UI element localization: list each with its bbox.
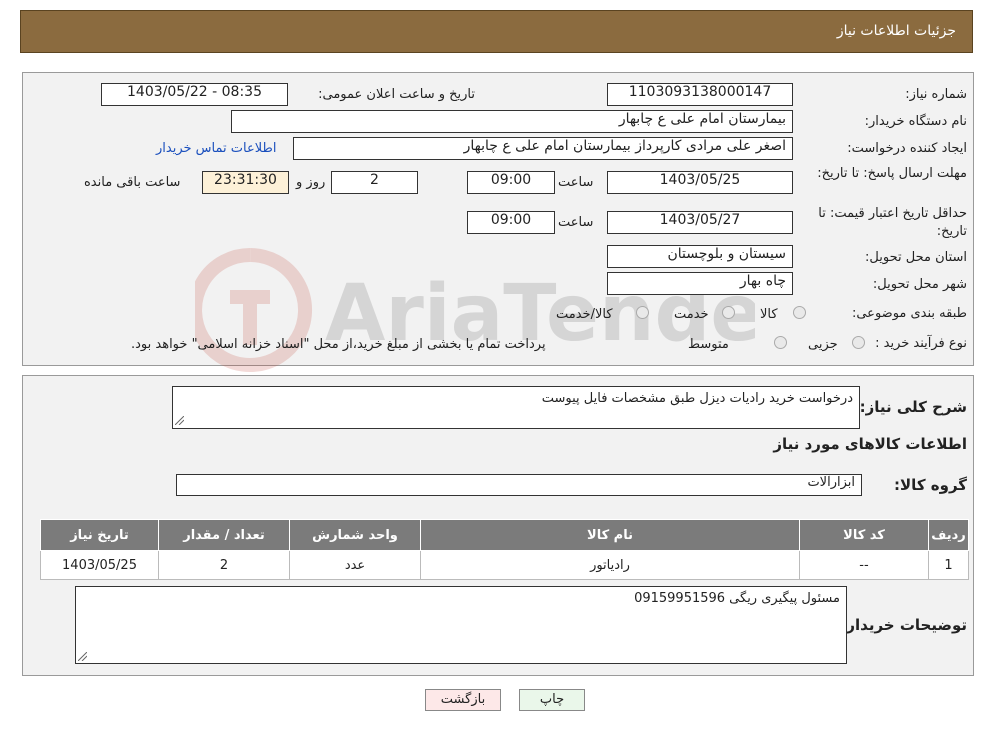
- remaining-time-label: ساعت باقی مانده: [84, 175, 181, 190]
- city-field: چاه بهار: [607, 272, 793, 295]
- requester-field: اصغر علی مرادی کارپرداز بیمارستان امام ع…: [293, 137, 793, 160]
- goods-group-label: گروه کالا:: [894, 476, 967, 494]
- days-field: 2: [331, 171, 418, 194]
- process-radio-minor[interactable]: [852, 336, 865, 349]
- page-header: جزئیات اطلاعات نیاز: [20, 10, 973, 53]
- need-number-field: 1103093138000147: [607, 83, 793, 106]
- reply-deadline-label: مهلت ارسال پاسخ: تا تاریخ:: [817, 166, 967, 181]
- process-radio-medium[interactable]: [774, 336, 787, 349]
- process-note: پرداخت تمام یا بخشی از مبلغ خرید،از محل …: [131, 337, 546, 352]
- resize-handle-icon[interactable]: [78, 652, 87, 661]
- city-label: شهر محل تحویل:: [872, 277, 967, 292]
- category-radio-service[interactable]: [722, 306, 735, 319]
- cell-name: رادیاتور: [420, 550, 800, 580]
- process-option-medium: متوسط: [688, 337, 729, 352]
- back-button[interactable]: بازگشت: [425, 689, 501, 711]
- category-radio-goods-service[interactable]: [636, 306, 649, 319]
- buyer-notes-field: مسئول پیگیری ریگی 09159951596: [75, 586, 847, 664]
- col-code: کد کالا: [799, 519, 929, 551]
- col-name: نام کالا: [420, 519, 800, 551]
- cell-code: --: [799, 550, 929, 580]
- days-label: روز و: [296, 175, 326, 190]
- cell-qty: 2: [158, 550, 290, 580]
- buyer-org-field: بیمارستان امام علی ع چابهار: [231, 110, 793, 133]
- need-summary-field: درخواست خرید رادیات دیزل طبق مشخصات فایل…: [172, 386, 860, 429]
- need-summary-label: شرح کلی نیاز:: [859, 398, 967, 416]
- goods-group-field: ابزارآلات: [176, 474, 862, 496]
- price-validity-label: حداقل تاریخ اعتبار قیمت: تا تاریخ:: [818, 206, 967, 239]
- table-row: 1 -- رادیاتور عدد 2 1403/05/25: [40, 550, 969, 580]
- price-time-field: 09:00: [467, 211, 555, 234]
- resize-handle-icon[interactable]: [175, 416, 184, 425]
- price-date-field: 1403/05/27: [607, 211, 793, 234]
- category-radio-goods[interactable]: [793, 306, 806, 319]
- col-row: ردیف: [928, 519, 969, 551]
- reply-time-field: 09:00: [467, 171, 555, 194]
- announce-datetime-field: 1403/05/22 - 08:35: [101, 83, 288, 106]
- cell-unit: عدد: [289, 550, 421, 580]
- goods-table: ردیف کد کالا نام کالا واحد شمارش تعداد /…: [40, 519, 969, 580]
- cell-row: 1: [928, 550, 969, 580]
- buyer-notes-label: توضیحات خریدار:: [840, 616, 967, 634]
- page-title: جزئیات اطلاعات نیاز: [836, 23, 956, 39]
- reply-time-label: ساعت: [558, 175, 594, 190]
- goods-info-title: اطلاعات کالاهای مورد نیاز: [773, 435, 967, 453]
- print-button[interactable]: چاپ: [519, 689, 585, 711]
- price-time-label: ساعت: [558, 215, 594, 230]
- category-option-goods: کالا: [760, 307, 778, 322]
- province-label: استان محل تحویل:: [865, 250, 967, 265]
- category-label: طبقه بندی موضوعی:: [851, 306, 967, 321]
- remaining-time-field: 23:31:30: [202, 171, 289, 194]
- need-number-label: شماره نیاز:: [905, 87, 967, 102]
- buyer-org-label: نام دستگاه خریدار:: [864, 114, 967, 129]
- category-option-goods-service: کالا/خدمت: [556, 307, 613, 322]
- requester-label: ایجاد کننده درخواست:: [847, 141, 967, 156]
- col-unit: واحد شمارش: [289, 519, 421, 551]
- process-label: نوع فرآیند خرید :: [875, 336, 967, 351]
- need-summary-text: درخواست خرید رادیات دیزل طبق مشخصات فایل…: [541, 391, 853, 406]
- reply-date-field: 1403/05/25: [607, 171, 793, 194]
- buyer-notes-text: مسئول پیگیری ریگی 09159951596: [634, 591, 840, 606]
- goods-table-wrapper: ردیف کد کالا نام کالا واحد شمارش تعداد /…: [40, 519, 969, 580]
- col-date: تاریخ نیاز: [40, 519, 159, 551]
- process-option-minor: جزیی: [808, 337, 838, 352]
- cell-date: 1403/05/25: [40, 550, 159, 580]
- buyer-contact-link[interactable]: اطلاعات تماس خریدار: [156, 141, 276, 156]
- province-field: سیستان و بلوچستان: [607, 245, 793, 268]
- announce-datetime-label: تاریخ و ساعت اعلان عمومی:: [318, 87, 475, 102]
- category-option-service: خدمت: [674, 307, 709, 322]
- col-qty: تعداد / مقدار: [158, 519, 290, 551]
- goods-table-header: ردیف کد کالا نام کالا واحد شمارش تعداد /…: [40, 519, 969, 551]
